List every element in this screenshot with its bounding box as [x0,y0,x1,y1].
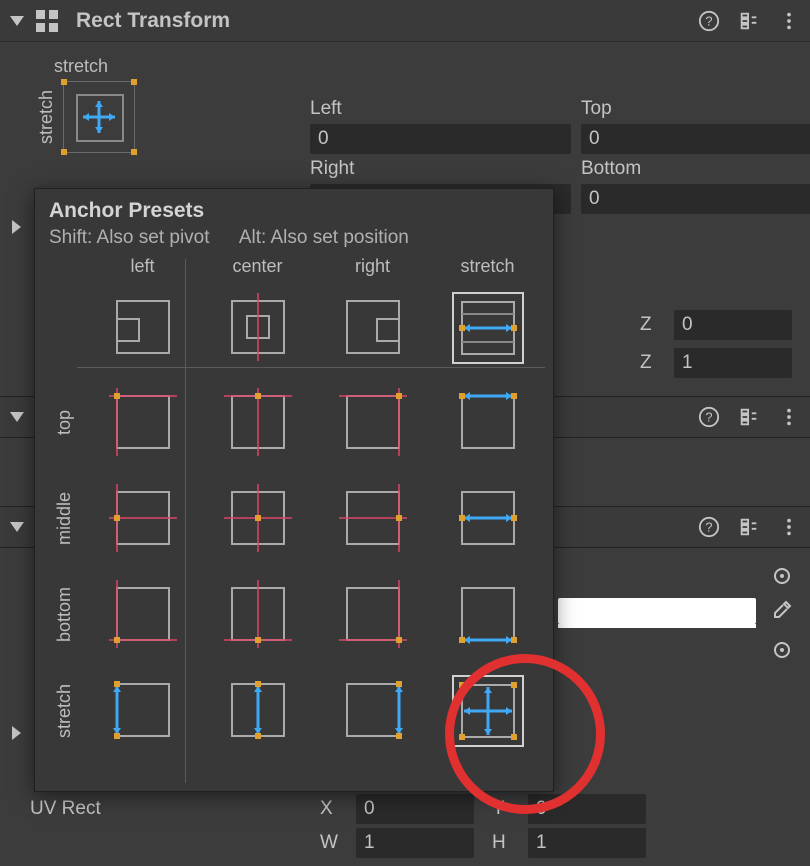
preset-middle-right[interactable] [337,483,409,555]
uvrect-w-input[interactable] [356,828,474,858]
color-field[interactable] [558,598,756,624]
anchor-preset-button[interactable] [63,81,135,153]
preset-none-left[interactable] [107,292,179,364]
preset-top-stretch[interactable] [452,387,524,459]
menu-icon[interactable] [778,516,800,538]
preset-top-left[interactable] [107,387,179,459]
preset-stretch-right[interactable] [337,675,409,747]
hint-shift: Shift: Also set pivot [49,227,210,249]
rotation-z-input[interactable] [674,310,792,340]
preset-none-right[interactable] [337,292,409,364]
uvrect-label: UV Rect [30,798,320,820]
top-input[interactable] [581,124,810,154]
hint-alt: Alt: Also set position [239,227,409,249]
uvrect-w-label: W [320,832,356,854]
uvrect-foldout-icon[interactable] [12,726,21,740]
preset-middle-center[interactable] [222,483,294,555]
presets-icon[interactable] [738,10,760,32]
uvrect-x-label: X [320,798,356,820]
help-icon[interactable]: ? [698,406,720,428]
uvrect-h-input[interactable] [528,828,646,858]
col-label-center: center [200,256,315,281]
uvrect-h-label: H [492,832,528,854]
uvrect-y-input[interactable] [528,794,646,824]
menu-icon[interactable] [778,10,800,32]
uv-rect-section: UV Rect X Y W H [30,792,792,860]
scale-z-input[interactable] [674,348,792,378]
preset-stretch-stretch[interactable] [452,675,524,747]
row-label-bottom: bottom [54,587,75,642]
preset-stretch-center[interactable] [222,675,294,747]
uvrect-y-label: Y [492,798,528,820]
right-label: Right [310,158,571,180]
bottom-label: Bottom [581,158,810,180]
z-label-2: Z [640,352,664,374]
rotation-z-row: Z [640,310,792,340]
col-label-right: right [315,256,430,281]
row-label-middle: middle [54,492,75,545]
foldout-icon [10,16,24,26]
preset-top-right[interactable] [337,387,409,459]
svg-text:?: ? [705,410,712,425]
popup-title: Anchor Presets [49,199,539,223]
anchor-presets-popup: Anchor Presets Shift: Also set pivot Alt… [34,188,554,792]
menu-icon[interactable] [778,406,800,428]
svg-text:?: ? [705,13,712,28]
bottom-input[interactable] [581,184,810,214]
foldout-icon [10,412,24,422]
anchors-foldout-icon[interactable] [12,220,21,234]
rect-transform-panel: stretch stretch Left Top Pos Z Right [0,42,810,153]
eyedropper-button[interactable] [768,596,796,624]
preset-stretch-left[interactable] [107,675,179,747]
object-picker-button[interactable] [768,562,796,590]
uvrect-x-input[interactable] [356,794,474,824]
anchor-h-label: stretch [54,56,108,77]
svg-text:?: ? [705,520,712,535]
scale-z-row: Z [640,348,792,378]
col-label-left: left [85,256,200,281]
rect-transform-icon [34,8,60,34]
preset-none-stretch[interactable] [452,292,524,364]
preset-middle-stretch[interactable] [452,483,524,555]
component-title: Rect Transform [76,9,698,33]
foldout-icon [10,522,24,532]
preset-bottom-left[interactable] [107,579,179,651]
col-label-stretch: stretch [430,256,545,281]
row-label-stretch: stretch [54,684,75,738]
presets-icon[interactable] [738,406,760,428]
presets-icon[interactable] [738,516,760,538]
preset-bottom-right[interactable] [337,579,409,651]
rect-transform-header[interactable]: Rect Transform ? [0,0,810,42]
help-icon[interactable]: ? [698,10,720,32]
left-input[interactable] [310,124,571,154]
left-label: Left [310,98,571,120]
anchor-v-label: stretch [36,90,57,144]
z-label: Z [640,314,664,336]
preset-bottom-center[interactable] [222,579,294,651]
top-label: Top [581,98,810,120]
preset-bottom-stretch[interactable] [452,579,524,651]
row-label-top: top [54,410,75,435]
help-icon[interactable]: ? [698,516,720,538]
preset-none-center[interactable] [222,292,294,364]
preset-top-center[interactable] [222,387,294,459]
object-picker-button-2[interactable] [768,636,796,664]
preset-middle-left[interactable] [107,483,179,555]
